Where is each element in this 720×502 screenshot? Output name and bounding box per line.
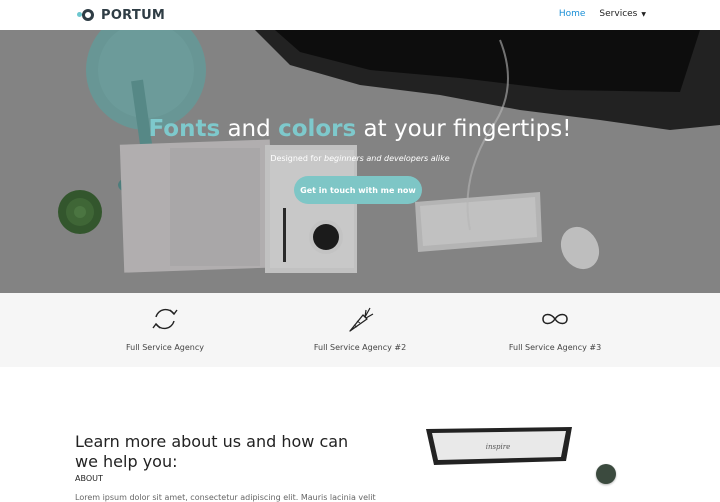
feature-label: Full Service Agency #3 xyxy=(508,343,602,352)
hero-title-rest: at your fingertips! xyxy=(356,116,572,142)
carrot-icon xyxy=(349,307,374,332)
site-header: PORTUM Home Services ▼ xyxy=(0,0,720,30)
hero-subtitle-prefix: Designed for xyxy=(270,154,325,163)
svg-text:inspire: inspire xyxy=(486,443,511,451)
nav-services-dropdown[interactable]: Services ▼ xyxy=(599,9,646,19)
about-section: Learn more about us and how can we help … xyxy=(0,367,720,502)
hero-title-accent-1: Fonts xyxy=(148,116,221,142)
logo[interactable]: PORTUM xyxy=(77,7,165,23)
nav-home-link[interactable]: Home xyxy=(559,9,586,19)
get-in-touch-button[interactable]: Get in touch with me now xyxy=(294,176,422,204)
hero-title-and: and xyxy=(220,116,279,142)
logo-text: PORTUM xyxy=(101,7,166,23)
features-section: Full Service Agency Full Service Agency … xyxy=(0,293,720,368)
feature-item: Full Service Agency #3 xyxy=(485,305,625,352)
monitor-image: inspire xyxy=(426,427,572,465)
refresh-icon xyxy=(152,308,178,330)
nav-services-label: Services xyxy=(599,9,638,19)
feature-label: Full Service Agency xyxy=(125,343,204,352)
hero-title: Fonts and colors at your fingertips! xyxy=(0,116,720,142)
feature-item: Full Service Agency #2 xyxy=(290,305,430,352)
hero-section: Fonts and colors at your fingertips! Des… xyxy=(0,30,720,293)
chevron-down-icon: ▼ xyxy=(641,10,646,18)
hero-title-accent-2: colors xyxy=(278,116,357,142)
logo-icon xyxy=(77,8,95,22)
main-nav: Home Services ▼ xyxy=(559,9,646,19)
feature-item: Full Service Agency xyxy=(95,305,235,352)
plant-image xyxy=(596,464,616,484)
feature-label: Full Service Agency #2 xyxy=(313,343,407,352)
about-title: Learn more about us and how can we help … xyxy=(75,432,349,471)
about-subtitle: ABOUT xyxy=(75,474,103,483)
hero-subtitle-emphasis: beginners and developers alike xyxy=(324,154,450,163)
infinity-icon xyxy=(542,313,568,325)
about-body-text: Lorem ipsum dolor sit amet, consectetur … xyxy=(75,493,376,502)
hero-subtitle: Designed for beginners and developers al… xyxy=(0,154,720,163)
